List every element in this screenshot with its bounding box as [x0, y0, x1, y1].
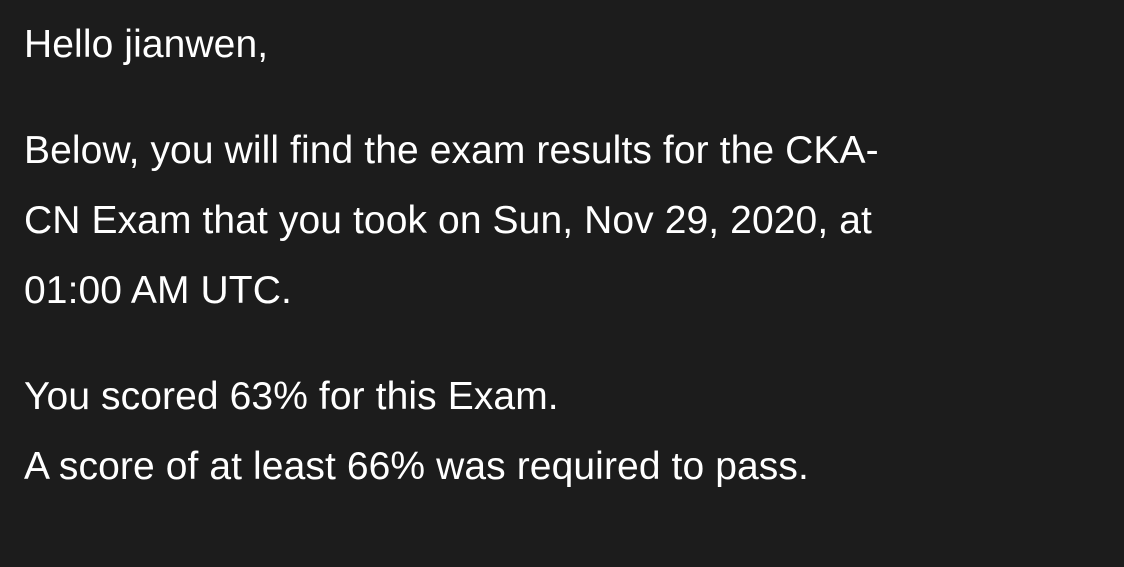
greeting-text: Hello jianwen,	[24, 23, 269, 66]
results-line: 01:00 AM UTC.	[24, 269, 292, 312]
passing-requirement-text: A score of at least 66% was required to …	[24, 445, 809, 488]
score-paragraph: You scored 63% for this Exam. A score of…	[24, 362, 1124, 502]
results-line: CN Exam that you took on Sun, Nov 29, 20…	[24, 199, 872, 242]
exam-results-paragraph: Below, you will find the exam results fo…	[24, 116, 1124, 326]
email-body: Hello jianwen, Below, you will find the …	[0, 0, 1124, 567]
results-line: Below, you will find the exam results fo…	[24, 129, 879, 172]
score-text: You scored 63% for this Exam.	[24, 375, 559, 418]
